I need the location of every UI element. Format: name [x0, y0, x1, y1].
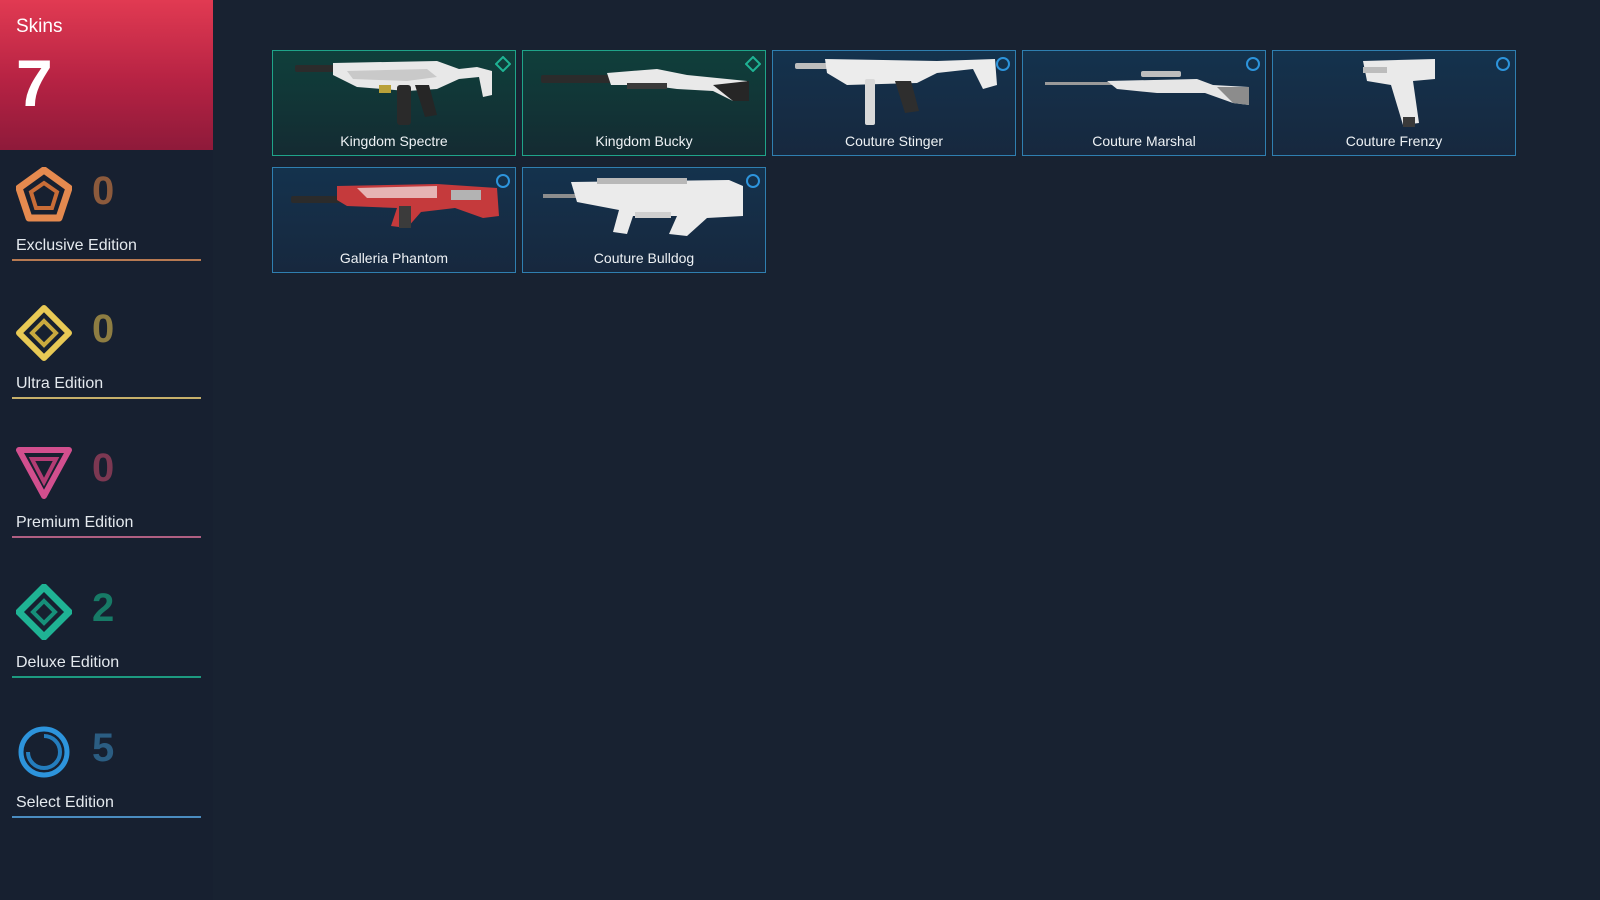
tier-count: 0 — [92, 307, 115, 351]
skin-name: Couture Marshal — [1092, 133, 1196, 149]
deluxe-edition-icon — [16, 584, 72, 640]
tier-ultra[interactable]: 0 Ultra Edition — [12, 305, 201, 400]
select-badge-icon — [1496, 57, 1510, 71]
marshal-weapon-icon — [1045, 71, 1249, 105]
tier-divider — [12, 536, 201, 538]
tier-count: 5 — [92, 726, 115, 770]
exclusive-edition-icon — [16, 167, 72, 222]
skin-card-couture-frenzy[interactable]: Couture Frenzy — [1272, 50, 1516, 156]
tier-label: Premium Edition — [16, 514, 134, 531]
deluxe-badge-icon — [495, 56, 511, 72]
skins-count: 7 — [16, 46, 53, 120]
tier-divider — [12, 259, 201, 261]
sidebar: Skins 7 0 Exclusive Edition 0 Ultra Edit… — [0, 0, 213, 900]
skin-card-couture-bulldog[interactable]: Couture Bulldog — [522, 167, 766, 273]
tier-count: 0 — [92, 446, 115, 490]
select-badge-icon — [496, 174, 510, 188]
deluxe-badge-icon — [745, 56, 761, 72]
skin-card-couture-stinger[interactable]: Couture Stinger — [772, 50, 1016, 156]
tier-label: Deluxe Edition — [16, 654, 120, 671]
phantom-weapon-icon — [291, 184, 499, 228]
tier-count: 2 — [92, 586, 115, 630]
tier-label: Exclusive Edition — [16, 237, 137, 254]
select-badge-icon — [1246, 57, 1260, 71]
select-edition-icon — [18, 726, 70, 778]
tier-premium[interactable]: 0 Premium Edition — [12, 444, 201, 539]
tier-divider — [12, 676, 201, 678]
tier-label: Select Edition — [16, 794, 114, 811]
ultra-edition-icon — [16, 305, 72, 361]
skins-grid: Kingdom Spectre Kingdom Bucky Couture St… — [272, 50, 1542, 280]
skin-card-kingdom-bucky[interactable]: Kingdom Bucky — [522, 50, 766, 156]
tier-label: Ultra Edition — [16, 375, 104, 392]
select-badge-icon — [746, 174, 760, 188]
stinger-weapon-icon — [795, 59, 997, 125]
skins-title: Skins — [16, 16, 63, 37]
skin-name: Galleria Phantom — [339, 250, 449, 266]
select-badge-icon — [996, 57, 1010, 71]
skin-name: Couture Bulldog — [593, 250, 695, 266]
skin-name: Kingdom Bucky — [595, 133, 693, 149]
bucky-weapon-icon — [541, 69, 749, 101]
tier-exclusive[interactable]: 0 Exclusive Edition — [12, 167, 201, 262]
spectre-weapon-icon — [295, 61, 492, 125]
skin-name: Kingdom Spectre — [340, 133, 448, 149]
tier-count: 0 — [92, 169, 115, 213]
frenzy-weapon-icon — [1363, 59, 1435, 127]
tier-divider — [12, 816, 201, 818]
tier-select[interactable]: 5 Select Edition — [12, 724, 201, 819]
tier-divider — [12, 397, 201, 399]
skin-card-kingdom-spectre[interactable]: Kingdom Spectre — [272, 50, 516, 156]
skin-name: Couture Frenzy — [1345, 133, 1443, 149]
skins-summary: Skins 7 — [0, 0, 213, 150]
premium-edition-icon — [16, 447, 72, 499]
skin-card-galleria-phantom[interactable]: Galleria Phantom — [272, 167, 516, 273]
tier-deluxe[interactable]: 2 Deluxe Edition — [12, 584, 201, 679]
skin-name: Couture Stinger — [844, 133, 944, 149]
bulldog-weapon-icon — [543, 178, 743, 236]
skin-card-couture-marshal[interactable]: Couture Marshal — [1022, 50, 1266, 156]
